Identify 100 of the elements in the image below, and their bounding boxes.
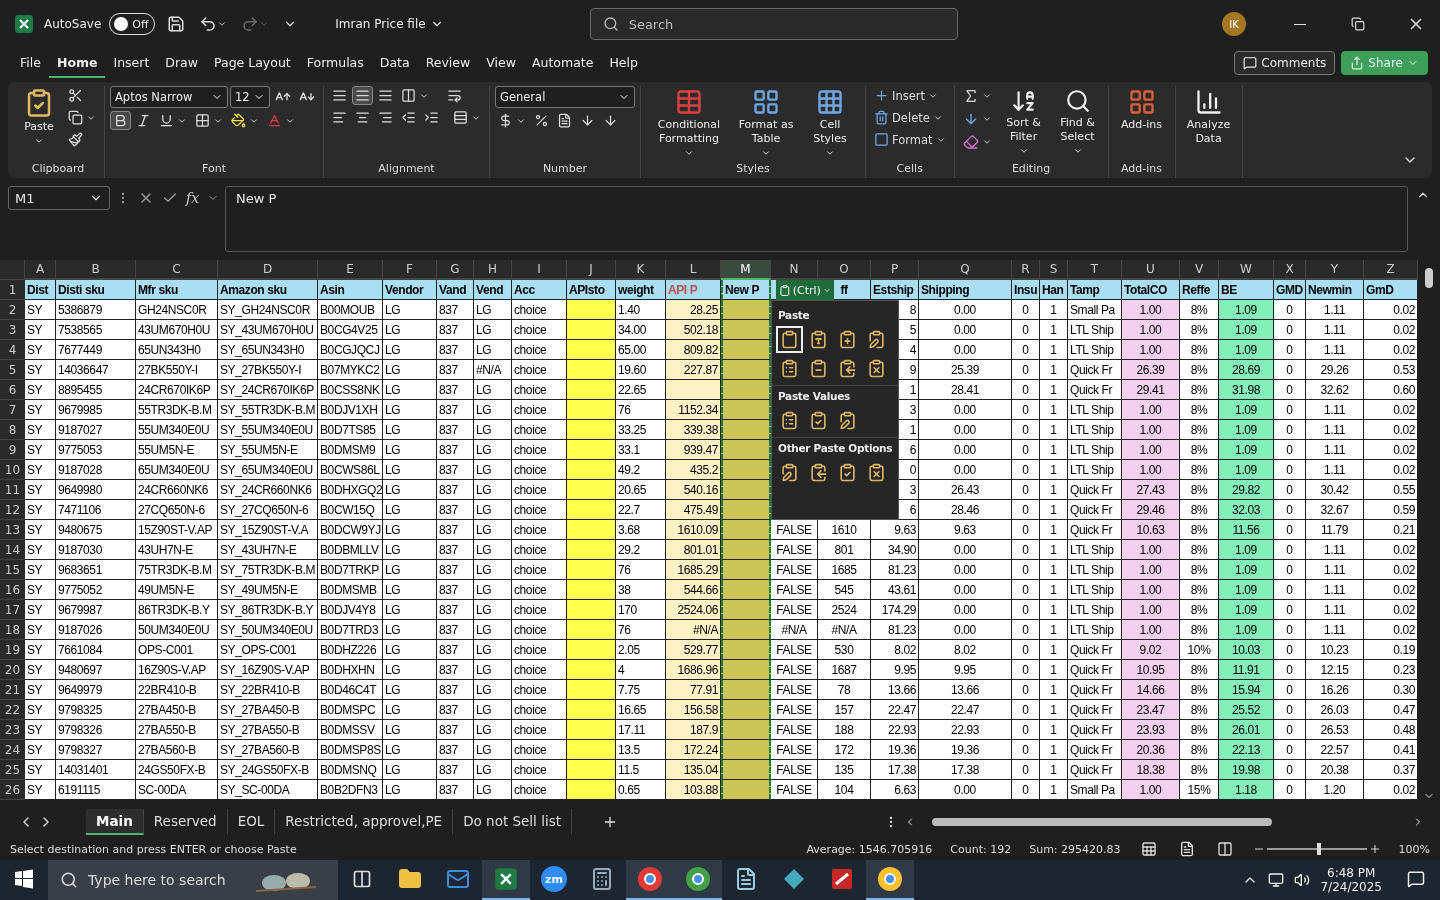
column-header[interactable]: M (721, 260, 771, 280)
column-header[interactable]: O (818, 260, 871, 280)
table-cell: SY_55UM5N-E (218, 440, 318, 460)
menu-tab[interactable]: Review (417, 48, 479, 78)
row-header[interactable]: 12 (0, 500, 25, 520)
column-header[interactable]: C (136, 260, 218, 280)
menu-tab[interactable]: File (12, 48, 49, 78)
table-cell: 0.00 (919, 560, 1012, 580)
column-header[interactable]: G (437, 260, 474, 280)
column-header[interactable]: Z (1364, 260, 1418, 280)
column-header[interactable]: X (1274, 260, 1306, 280)
column-header[interactable]: D (218, 260, 318, 280)
row-header[interactable]: 11 (0, 480, 25, 500)
column-header[interactable]: B (56, 260, 136, 280)
column-header[interactable]: E (318, 260, 383, 280)
paste-options-button[interactable]: (Ctrl) (776, 280, 834, 300)
name-box[interactable]: M1 (8, 186, 110, 210)
table-cell: 43UH7N-E (136, 540, 218, 560)
column-header[interactable]: Y (1306, 260, 1364, 280)
editing-button[interactable]: Sort & Filter (998, 86, 1049, 158)
search-field[interactable]: Search (589, 8, 958, 40)
column-header[interactable]: W (1219, 260, 1274, 280)
formula-input[interactable]: New P (225, 186, 1408, 252)
column-header[interactable]: K (616, 260, 666, 280)
column-header[interactable]: J (567, 260, 616, 280)
row-header[interactable]: 19 (0, 640, 25, 660)
column-header[interactable]: H (474, 260, 512, 280)
menu-tab[interactable]: Automate (523, 48, 602, 78)
taskbar-search-field[interactable]: Type here to search (48, 860, 338, 900)
menu-tab[interactable]: Page Layout (206, 48, 299, 78)
column-header[interactable]: L (666, 260, 721, 280)
row-header[interactable]: 6 (0, 380, 25, 400)
analyze-data-button[interactable]: Analyze Data (1180, 86, 1237, 148)
row-header[interactable]: 14 (0, 540, 25, 560)
row-header[interactable]: 17 (0, 600, 25, 620)
sheet-tab[interactable]: Do not Sell list (453, 809, 572, 835)
insert-function-button[interactable]: fx (186, 190, 200, 206)
styles-button[interactable]: Cell Styles (800, 86, 860, 160)
styles-button[interactable]: Conditional Formatting (646, 86, 732, 160)
row-header[interactable]: 15 (0, 560, 25, 580)
row-header[interactable]: 22 (0, 700, 25, 720)
row-header[interactable]: 2 (0, 300, 25, 320)
row-header[interactable]: 20 (0, 660, 25, 680)
row-header[interactable]: 24 (0, 740, 25, 760)
column-header[interactable]: F (383, 260, 437, 280)
row-header[interactable]: 23 (0, 720, 25, 740)
sheet-tab[interactable]: EOL (227, 809, 276, 835)
table-cell: 55TR3DK-B.M (136, 400, 218, 420)
row-header[interactable]: 3 (0, 320, 25, 340)
menu-tab[interactable]: Draw (157, 48, 206, 78)
table-cell: 19.60 (616, 360, 666, 380)
row-header[interactable]: 10 (0, 460, 25, 480)
table-cell: 0 (1274, 500, 1306, 520)
editing-button[interactable]: Find & Select (1052, 86, 1103, 158)
cells-button[interactable]: Insert (871, 86, 949, 105)
row-header[interactable]: 8 (0, 420, 25, 440)
table-cell: 1 (1040, 740, 1068, 760)
sheet-tab[interactable]: Restricted, approvel,PE (275, 809, 454, 835)
column-header[interactable]: P (871, 260, 919, 280)
column-header[interactable]: I (512, 260, 567, 280)
column-header[interactable]: V (1180, 260, 1219, 280)
column-header[interactable]: T (1068, 260, 1122, 280)
row-header[interactable]: 16 (0, 580, 25, 600)
menu-tab[interactable]: Insert (105, 48, 158, 78)
row-header[interactable]: 26 (0, 780, 25, 800)
row-header[interactable]: 4 (0, 340, 25, 360)
menu-tab[interactable]: Help (601, 48, 646, 78)
menu-tab[interactable]: Home (48, 48, 106, 78)
menu-tab[interactable]: Formulas (298, 48, 372, 78)
sheet-tab[interactable]: Reserved (143, 809, 228, 835)
column-header[interactable]: S (1040, 260, 1068, 280)
table-cell: 837 (437, 660, 474, 680)
add-ins-button[interactable]: Add-ins (1113, 86, 1170, 134)
menu-tab[interactable]: Data (371, 48, 418, 78)
column-header[interactable]: U (1122, 260, 1180, 280)
styles-button[interactable]: Format as Table (736, 86, 796, 160)
font-size-select[interactable]: 12 (230, 86, 270, 108)
comments-button[interactable]: Comments (1234, 51, 1336, 75)
row-header[interactable]: 18 (0, 620, 25, 640)
user-avatar[interactable]: IK (1222, 12, 1246, 36)
cells-button[interactable]: Delete (871, 108, 949, 127)
row-header[interactable]: 7 (0, 400, 25, 420)
column-header[interactable]: Q (919, 260, 1012, 280)
font-select[interactable]: Aptos Narrow (110, 86, 228, 108)
column-header[interactable]: R (1012, 260, 1040, 280)
cells-button[interactable]: Format (871, 130, 949, 149)
row-header[interactable]: 13 (0, 520, 25, 540)
row-header[interactable]: 1 (0, 280, 25, 300)
row-header[interactable]: 9 (0, 440, 25, 460)
table-cell: LG (383, 700, 437, 720)
number-format-select[interactable]: General (495, 86, 635, 108)
column-header[interactable]: A (25, 260, 56, 280)
row-header[interactable]: 25 (0, 760, 25, 780)
row-header[interactable]: 21 (0, 680, 25, 700)
paste-button[interactable]: Paste (17, 86, 61, 148)
sheet-tab[interactable]: Main (86, 809, 144, 835)
row-header[interactable]: 5 (0, 360, 25, 380)
column-header[interactable]: N (771, 260, 818, 280)
menu-tab[interactable]: View (478, 48, 524, 78)
file-name-button[interactable]: Imran Price file (329, 16, 450, 32)
